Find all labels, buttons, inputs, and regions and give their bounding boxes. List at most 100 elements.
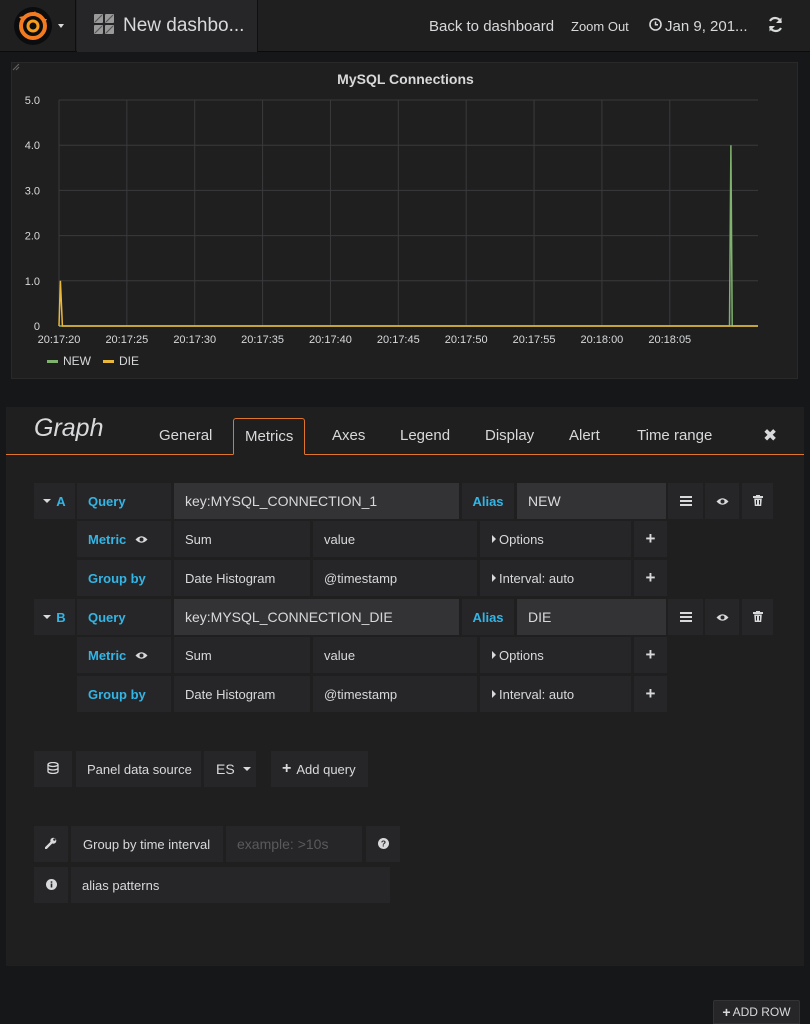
chevron-down-icon <box>242 767 251 771</box>
eye-icon[interactable] <box>135 532 148 547</box>
metric-b-field-select[interactable]: value <box>313 637 477 673</box>
refresh-button[interactable] <box>767 0 784 52</box>
query-a-collapse-toggle[interactable]: A <box>34 483 75 519</box>
tabs-underline <box>6 454 804 455</box>
query-b-delete-button[interactable] <box>742 599 773 635</box>
groupby-a-add-button[interactable]: + <box>634 560 667 596</box>
back-to-dashboard-link[interactable]: Back to dashboard <box>429 0 554 52</box>
chevron-down-icon <box>58 24 64 28</box>
zoom-out-button[interactable]: Zoom Out <box>571 0 629 52</box>
metric-a-field-select[interactable]: value <box>313 521 477 557</box>
tab-general[interactable]: General <box>159 427 212 444</box>
tab-metrics[interactable]: Metrics <box>233 418 306 455</box>
legend-swatch-die <box>103 359 114 363</box>
editor-title: Graph <box>34 414 104 442</box>
datasource-select[interactable]: ES <box>204 751 256 787</box>
metric-b-add-button[interactable]: + <box>634 637 667 673</box>
plus-icon: + <box>645 684 656 703</box>
metric-a-type-select[interactable]: Sum <box>174 521 310 557</box>
grafana-menu-button[interactable] <box>0 0 76 52</box>
time-range-label: Jan 9, 201... <box>665 17 748 35</box>
query-b-collapse-toggle[interactable]: B <box>34 599 75 635</box>
options-icon-cell <box>34 826 68 862</box>
groupby-a-field-select[interactable]: @timestamp <box>313 560 477 596</box>
query-ref-b: B <box>56 609 66 625</box>
caret-right-icon <box>492 651 496 659</box>
plus-icon: + <box>722 1004 731 1020</box>
wrench-icon <box>44 837 57 852</box>
query-a-menu-button[interactable] <box>668 483 703 519</box>
graph-legend: NEW DIE <box>47 354 139 368</box>
tab-axes[interactable]: Axes <box>332 427 365 444</box>
query-label: Query <box>77 599 171 635</box>
legend-item-die[interactable]: DIE <box>103 354 139 368</box>
time-picker-button[interactable]: Jan 9, 201... <box>649 0 748 52</box>
tab-time-range[interactable]: Time range <box>637 427 712 444</box>
metric-a-add-button[interactable]: + <box>634 521 667 557</box>
plus-icon: + <box>282 760 292 777</box>
grafana-logo-icon <box>14 7 52 45</box>
groupby-b-field-select[interactable]: @timestamp <box>313 676 477 712</box>
hamburger-menu-icon <box>679 494 692 509</box>
metric-a-options-toggle[interactable]: Options <box>480 521 631 557</box>
query-b-menu-button[interactable] <box>668 599 703 635</box>
metric-b-options-toggle[interactable]: Options <box>480 637 631 673</box>
options-label: Options <box>499 531 544 547</box>
trash-icon <box>752 610 763 625</box>
panel-datasource-label: Panel data source <box>76 751 201 787</box>
clock-icon <box>649 17 662 35</box>
groupby-b-add-button[interactable]: + <box>634 676 667 712</box>
tab-display[interactable]: Display <box>485 427 534 444</box>
query-a-delete-button[interactable] <box>742 483 773 519</box>
eye-icon <box>716 610 729 625</box>
close-editor-button[interactable]: ✖ <box>763 426 777 446</box>
eye-icon <box>716 494 729 509</box>
dashboard-title-button[interactable]: New dashbo... <box>77 0 258 52</box>
caret-right-icon <box>492 690 496 698</box>
eye-icon[interactable] <box>135 648 148 663</box>
top-navbar: New dashbo... Back to dashboard Zoom Out… <box>0 0 810 52</box>
graph-chart: 5.0 4.0 3.0 2.0 1.0 020:17:20 20:17:25 20:17:30… <box>25 95 758 346</box>
tab-legend[interactable]: Legend <box>400 427 450 444</box>
alias-b-input[interactable]: DIE <box>517 599 666 635</box>
alias-a-input[interactable]: NEW <box>517 483 666 519</box>
metric-label-text: Metric <box>88 531 127 547</box>
query-b-toggle-visibility-button[interactable] <box>705 599 739 635</box>
alias-label: Alias <box>462 483 514 519</box>
info-icon-cell[interactable] <box>34 867 68 903</box>
query-label: Query <box>77 483 171 519</box>
legend-swatch-new <box>47 359 58 363</box>
question-circle-icon: ? <box>377 837 389 852</box>
y-tick-label: 2.0 <box>25 231 40 243</box>
query-b-input[interactable]: key:MYSQL_CONNECTION_DIE <box>174 599 459 635</box>
tab-alert[interactable]: Alert <box>569 427 600 444</box>
add-row-button[interactable]: + ADD ROW <box>713 1000 800 1024</box>
group-by-time-interval-label: Group by time interval <box>71 826 223 862</box>
metric-label-b: Metric <box>77 637 171 673</box>
legend-item-new[interactable]: NEW <box>47 354 91 368</box>
groupby-label: Group by <box>77 676 171 712</box>
query-a-toggle-visibility-button[interactable] <box>705 483 739 519</box>
alias-label: Alias <box>462 599 514 635</box>
groupby-b-type-select[interactable]: Date Histogram <box>174 676 310 712</box>
group-by-time-interval-input[interactable]: example: >10s <box>226 826 362 862</box>
x-tick-label: 20:17:40 <box>309 334 352 346</box>
query-ref-a: A <box>56 493 66 509</box>
add-row-label: ADD ROW <box>732 1005 791 1019</box>
groupby-b-interval-toggle[interactable]: Interval: auto <box>480 676 631 712</box>
panel-resize-handle[interactable] <box>12 63 20 71</box>
alias-patterns-toggle[interactable]: alias patterns <box>71 867 390 903</box>
legend-label-new: NEW <box>63 354 91 368</box>
groupby-a-interval-toggle[interactable]: Interval: auto <box>480 560 631 596</box>
series-line-die <box>58 280 758 327</box>
add-query-button[interactable]: + Add query <box>271 751 368 787</box>
database-icon <box>47 761 59 777</box>
interval-help-button[interactable]: ? <box>366 826 400 862</box>
groupby-a-type-select[interactable]: Date Histogram <box>174 560 310 596</box>
close-icon: ✖ <box>763 426 778 445</box>
graph-panel[interactable]: MySQL Connections 5.0 4.0 3.0 2.0 1.0 0 20:17:… <box>11 62 798 379</box>
svg-text:?: ? <box>380 838 385 848</box>
query-a-input[interactable]: key:MYSQL_CONNECTION_1 <box>174 483 459 519</box>
metric-b-type-select[interactable]: Sum <box>174 637 310 673</box>
datasource-icon-cell <box>34 751 72 787</box>
